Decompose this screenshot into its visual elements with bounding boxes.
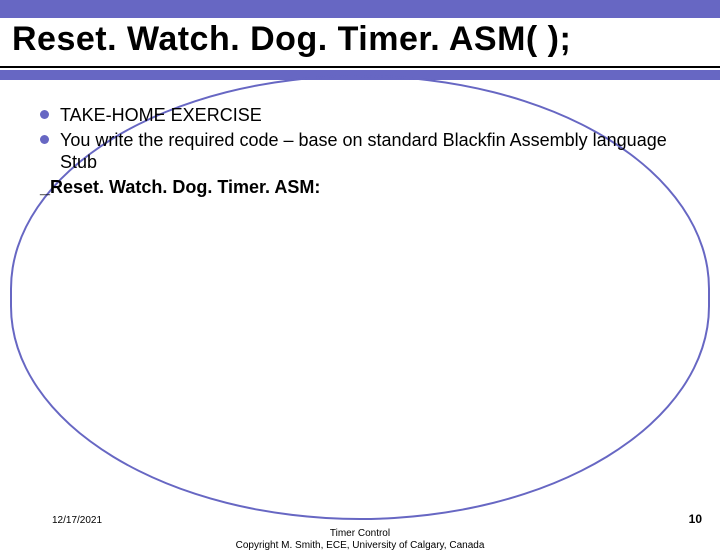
slide-body: TAKE-HOME EXERCISE You write the require… (40, 104, 680, 198)
bullet-text: You write the required code – base on st… (60, 130, 667, 173)
list-item: You write the required code – base on st… (40, 129, 680, 174)
slide-top-accent (0, 0, 720, 18)
bullet-text: TAKE-HOME EXERCISE (60, 105, 262, 125)
title-underline-thin (0, 66, 720, 68)
slide-title: Reset. Watch. Dog. Timer. ASM( ); (12, 20, 571, 59)
list-item: TAKE-HOME EXERCISE (40, 104, 680, 127)
footer-copyright: Timer Control Copyright M. Smith, ECE, U… (0, 528, 720, 552)
page-number: 10 (689, 512, 702, 526)
footer-line1: Timer Control (330, 528, 390, 539)
footer-line2: Copyright M. Smith, ECE, University of C… (236, 540, 485, 551)
footer-date: 12/17/2021 (52, 515, 102, 526)
stub-label: _Reset. Watch. Dog. Timer. ASM: (40, 176, 680, 199)
